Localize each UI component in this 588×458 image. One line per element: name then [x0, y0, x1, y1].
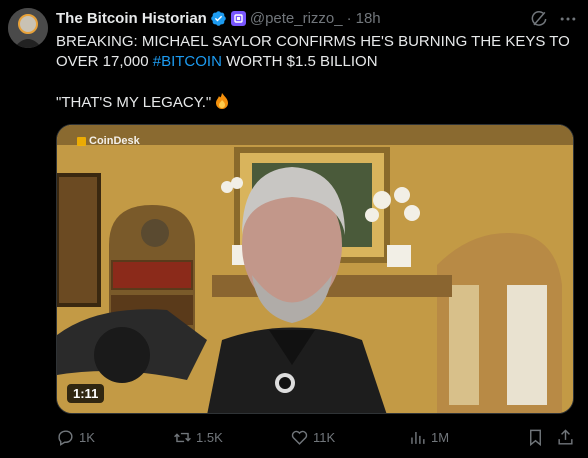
time-separator: ·: [346, 9, 352, 27]
tweet-quote: "THAT'S MY LEGACY.": [56, 94, 212, 111]
verified-icon: [211, 10, 226, 26]
avatar[interactable]: [8, 8, 48, 48]
coindesk-label: CoinDesk: [89, 135, 140, 147]
video-duration: 1:11: [67, 384, 105, 403]
avatar-image: [8, 8, 48, 48]
like-count: 11K: [313, 430, 336, 445]
reply-icon: [58, 430, 73, 446]
coindesk-logo-icon: [77, 136, 86, 146]
bookmark-icon: [530, 429, 541, 447]
share-icon: [558, 429, 573, 445]
repost-button[interactable]: 1.5K: [173, 428, 223, 447]
like-button[interactable]: 11K: [290, 428, 335, 447]
tweet-time[interactable]: 18h: [356, 10, 381, 27]
more-icon[interactable]: [558, 9, 578, 29]
video-player[interactable]: CoinDesk 1:11: [56, 124, 574, 414]
bookmark-button[interactable]: [526, 428, 549, 447]
repost-icon: [174, 432, 191, 443]
reply-button[interactable]: 1K: [56, 428, 95, 447]
video-thumbnail: [57, 125, 573, 413]
fire-icon: [213, 92, 231, 116]
views-button[interactable]: 1M: [408, 428, 449, 447]
tweet-header: The Bitcoin Historian @pete_rizzo_ · 18h: [56, 8, 381, 28]
tweet-line-2-start: OVER 17,000: [56, 53, 153, 70]
tweet-line-2: OVER 17,000 #BITCOIN WORTH $1.5 BILLION: [56, 52, 576, 72]
tweet-text: BREAKING: MICHAEL SAYLOR CONFIRMS HE'S B…: [56, 32, 576, 116]
views-count: 1M: [431, 430, 450, 445]
tweet-quote-line: "THAT'S MY LEGACY.": [56, 92, 576, 116]
subscriber-badge-icon: [230, 10, 246, 26]
author-name[interactable]: The Bitcoin Historian: [56, 10, 207, 27]
action-bar: 1K 1.5K 11K 1M: [56, 428, 576, 448]
views-icon: [411, 431, 425, 444]
author-handle[interactable]: @pete_rizzo_: [250, 10, 343, 27]
coindesk-watermark: CoinDesk: [77, 135, 140, 147]
grok-icon[interactable]: [529, 9, 549, 29]
like-icon: [291, 430, 308, 445]
tweet-line-1: BREAKING: MICHAEL SAYLOR CONFIRMS HE'S B…: [56, 33, 570, 50]
share-button[interactable]: [556, 428, 579, 447]
tweet-blank-line: [56, 72, 576, 92]
tweet-line-2-end: WORTH $1.5 BILLION: [221, 53, 378, 70]
repost-count: 1.5K: [196, 430, 223, 445]
reply-count: 1K: [79, 430, 95, 445]
hashtag-link[interactable]: #BITCOIN: [153, 53, 222, 70]
